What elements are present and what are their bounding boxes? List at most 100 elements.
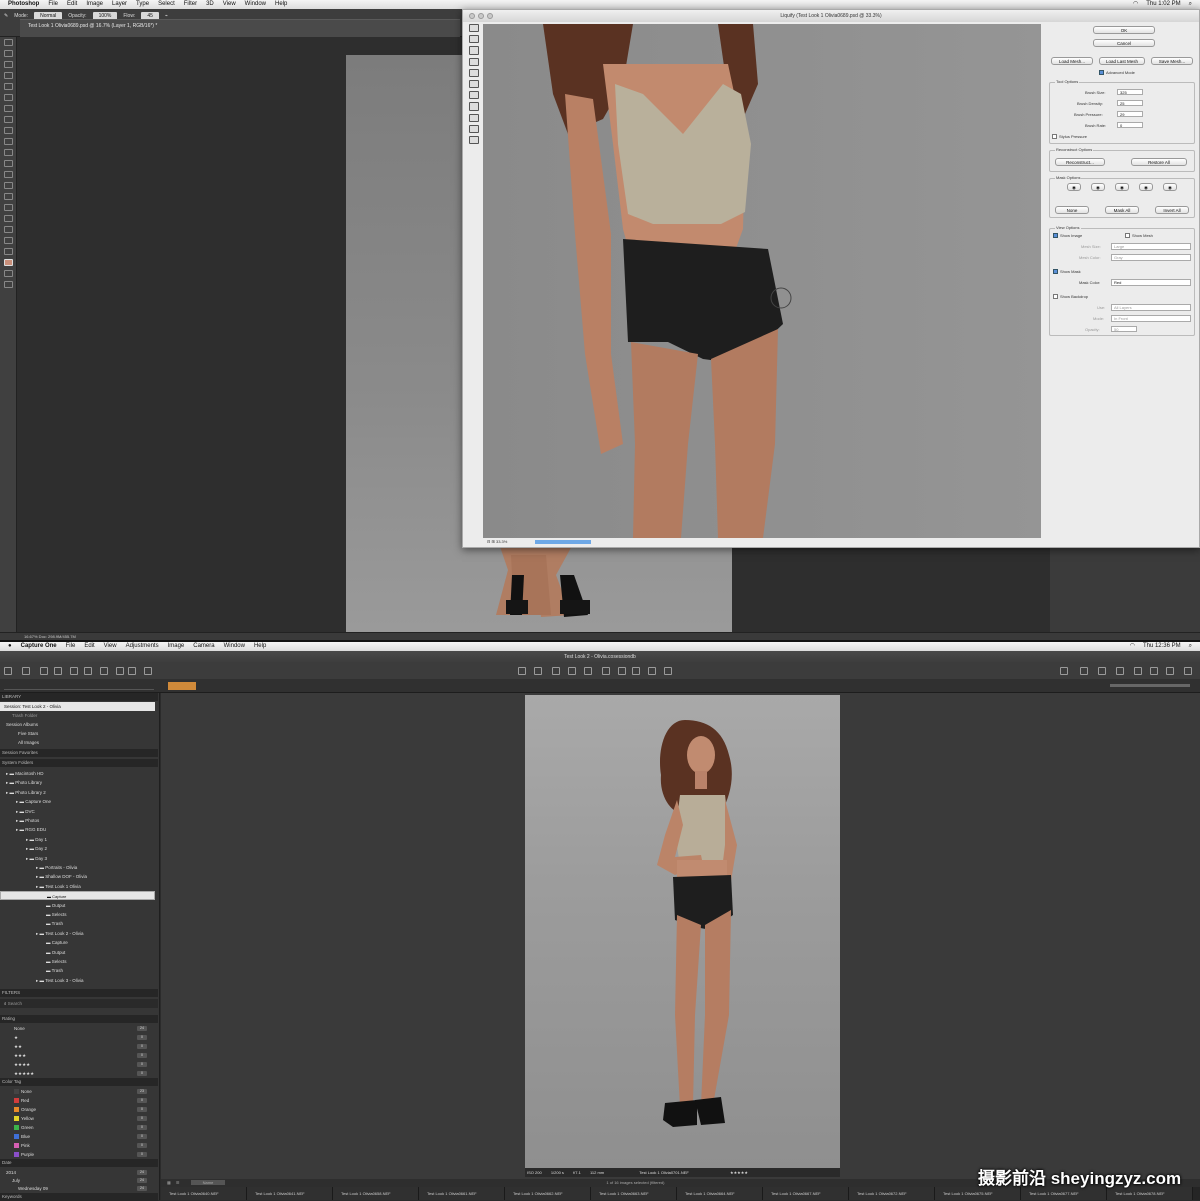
backdrop-mode-select[interactable]: In Front <box>1111 315 1191 322</box>
smooth-tool-icon[interactable] <box>469 46 479 55</box>
five-stars-item[interactable]: Five Stars <box>0 729 155 738</box>
spotlight-search-icon[interactable]: ⌕ <box>1189 0 1192 9</box>
pan-tool-icon[interactable] <box>534 667 542 675</box>
color-tag-filter-item[interactable]: None 23 <box>0 1087 155 1096</box>
capture-icon[interactable] <box>22 667 30 675</box>
cursor-tool-icon[interactable] <box>1134 667 1142 675</box>
folder-item[interactable]: ▸ ▬ Photos <box>0 816 155 825</box>
freeze-mask-tool-icon[interactable] <box>469 102 479 111</box>
pen-tool-icon[interactable] <box>4 193 13 200</box>
ps-menu-file[interactable]: File <box>48 0 58 9</box>
rating-filter-item[interactable]: None 24 <box>0 1024 155 1033</box>
minimize-window-icon[interactable] <box>478 13 484 19</box>
folder-item[interactable]: ▸ ▬ Shallow DOF - Olivia <box>0 872 155 881</box>
import-icon[interactable] <box>4 667 12 675</box>
color-tag-filter-item[interactable]: Purple 0 <box>0 1150 155 1159</box>
history-brush-tool-icon[interactable] <box>4 138 13 145</box>
show-mask-checkbox[interactable] <box>1053 269 1058 274</box>
folder-item[interactable]: ▸ ▬ Macintosh HD <box>0 769 155 778</box>
co-menu-adjustments[interactable]: Adjustments <box>126 642 159 651</box>
invert-selection-icon[interactable]: ◉ <box>1163 183 1177 191</box>
ps-menu-window[interactable]: Window <box>245 0 266 9</box>
thaw-mask-tool-icon[interactable] <box>469 113 479 122</box>
copy-adjustments-icon[interactable] <box>70 667 78 675</box>
folder-item[interactable]: ▸ ▬ RGG EDU <box>0 825 155 834</box>
co-menu-image[interactable]: Image <box>168 642 185 651</box>
ps-menu-help[interactable]: Help <box>275 0 287 9</box>
replace-selection-icon[interactable]: ◉ <box>1067 183 1081 191</box>
color-tag-filter-item[interactable]: Green 0 <box>0 1123 155 1132</box>
folder-item[interactable]: ▸ ▬ DVC <box>0 807 155 816</box>
load-mesh-button[interactable]: Load Mesh... <box>1051 57 1093 65</box>
keystone-tool-icon[interactable] <box>602 667 610 675</box>
filmstrip-thumbnail[interactable]: Test Look 1 Olivia0661.NEF <box>419 1187 505 1200</box>
session-favorites-header[interactable]: Session Favorites <box>0 749 158 757</box>
subtract-selection-icon[interactable]: ◉ <box>1115 183 1129 191</box>
co-menu-camera[interactable]: Camera <box>193 642 214 651</box>
session-albums-item[interactable]: Session Albums <box>0 720 155 729</box>
color-swatch-icon[interactable] <box>4 259 13 266</box>
folder-item[interactable]: ▸ ▬ Photo Library 2 <box>0 788 155 797</box>
redo-icon[interactable] <box>116 667 124 675</box>
brush-size-field[interactable]: 325 <box>1117 89 1143 95</box>
viewer-mode-icon[interactable] <box>168 682 196 690</box>
zoom-plus-icon[interactable]: ⊞ <box>491 539 494 544</box>
ps-menu-view[interactable]: View <box>223 0 236 9</box>
checkmark-icon[interactable] <box>1150 667 1158 675</box>
zoom-window-icon[interactable] <box>487 13 493 19</box>
date-header[interactable]: Date <box>0 1159 158 1167</box>
zoom-minus-icon[interactable]: ⊟ <box>487 539 490 544</box>
filters-header[interactable]: FILTERS <box>0 989 158 997</box>
folder-item[interactable]: ▸ ▬ Day 3 <box>0 854 155 863</box>
filmstrip-thumbnail[interactable]: Test Look 1 Olivia0664.NEF <box>677 1187 763 1200</box>
filmstrip-thumbnail[interactable]: Test Look 1 Olivia0662.NEF <box>505 1187 591 1200</box>
rating-filter-item[interactable]: ★★★★★ 0 <box>0 1069 155 1078</box>
co-menu-view[interactable]: View <box>104 642 117 651</box>
delete-icon[interactable] <box>84 667 92 675</box>
all-images-item[interactable]: All Images <box>0 738 155 747</box>
rating-header[interactable]: Rating <box>0 1015 158 1023</box>
backdrop-opacity-field[interactable]: 50 <box>1111 326 1137 332</box>
sort-select[interactable]: Name <box>190 1180 226 1185</box>
brush-density-field[interactable]: 25 <box>1117 100 1143 106</box>
show-backdrop-checkbox[interactable] <box>1053 294 1058 299</box>
co-menu-window[interactable]: Window <box>224 642 245 651</box>
crop-tool-icon[interactable] <box>568 667 576 675</box>
intersect-selection-icon[interactable]: ◉ <box>1139 183 1153 191</box>
folder-item[interactable]: ▸ ▬ Test Look 3 - Olivia <box>0 976 155 985</box>
folder-item[interactable]: ▸ ▬ Test Look 2 - Olivia <box>0 929 155 938</box>
settings-gear-icon[interactable] <box>1184 667 1192 675</box>
rating-filter-item[interactable]: ★ 0 <box>0 1033 155 1042</box>
marquee-tool-icon[interactable] <box>4 50 13 57</box>
liquify-preview-canvas[interactable] <box>483 24 1041 538</box>
invert-all-button[interactable]: Invert All <box>1155 206 1189 214</box>
spot-removal-tool-icon[interactable] <box>618 667 626 675</box>
eyedropper-tool-icon[interactable] <box>4 94 13 101</box>
reconstruct-button[interactable]: Reconstruct... <box>1055 158 1105 166</box>
load-last-mesh-button[interactable]: Load Last Mesh <box>1099 57 1145 65</box>
gradient-tool-icon[interactable] <box>4 160 13 167</box>
zoom-level[interactable]: 33.3% <box>496 539 507 544</box>
library-header[interactable]: LIBRARY <box>0 693 158 701</box>
stylus-pressure-checkbox[interactable] <box>1052 134 1057 139</box>
dodge-tool-icon[interactable] <box>4 182 13 189</box>
filmstrip-thumbnail[interactable]: Test Look 1 Olivia0667.NEF <box>763 1187 849 1200</box>
filmstrip-thumbnail[interactable]: Test Look 1 Olivia0658.NEF <box>333 1187 419 1200</box>
mask-all-button[interactable]: Mask All <box>1105 206 1139 214</box>
color-tag-header[interactable]: Color Tag <box>0 1078 158 1086</box>
show-image-checkbox[interactable] <box>1053 233 1058 238</box>
ps-document-tab[interactable]: Test Look 1 Olivia0689.psd @ 16.7% (Laye… <box>20 19 460 37</box>
restore-all-button[interactable]: Restore All <box>1131 158 1187 166</box>
twirl-tool-icon[interactable] <box>469 57 479 66</box>
add-to-selection-icon[interactable]: ◉ <box>1091 183 1105 191</box>
ps-menu-edit[interactable]: Edit <box>67 0 77 9</box>
mask-color-select[interactable]: Red <box>1111 279 1191 286</box>
process-icon[interactable] <box>144 667 152 675</box>
trash-folder-item[interactable]: Trash Folder <box>0 711 155 720</box>
reset-icon[interactable] <box>128 667 136 675</box>
folder-item[interactable]: ▬ Output <box>0 901 155 910</box>
save-mesh-button[interactable]: Save Mesh... <box>1151 57 1193 65</box>
folder-item[interactable]: ▸ ▬ Photo Library <box>0 778 155 787</box>
ps-menu-filter[interactable]: Filter <box>184 0 197 9</box>
apple-menu-icon[interactable]: ● <box>8 642 12 651</box>
